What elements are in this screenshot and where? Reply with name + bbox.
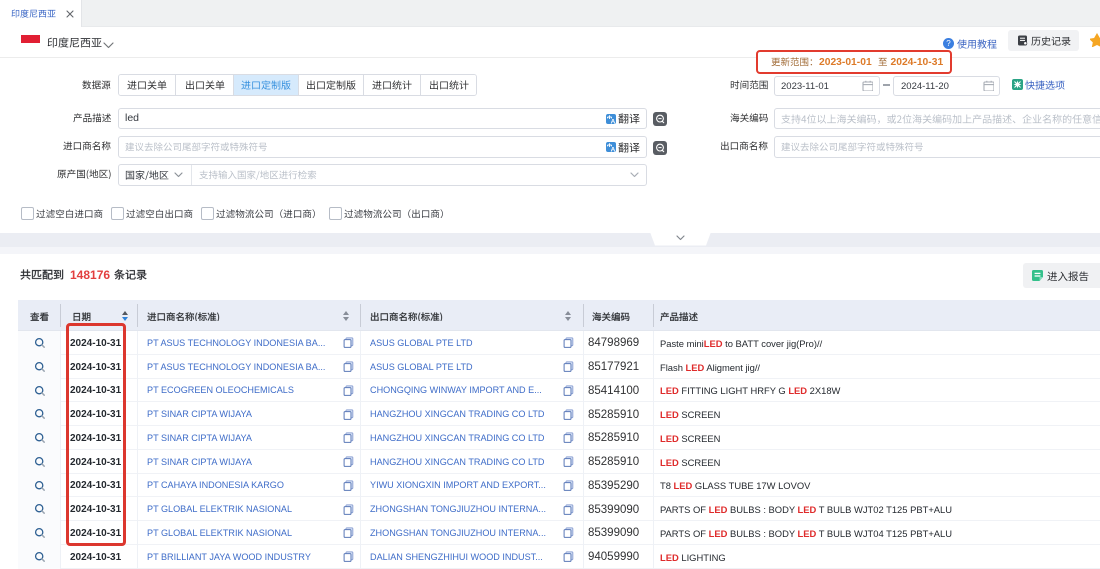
svg-text:?: ? xyxy=(946,39,951,48)
